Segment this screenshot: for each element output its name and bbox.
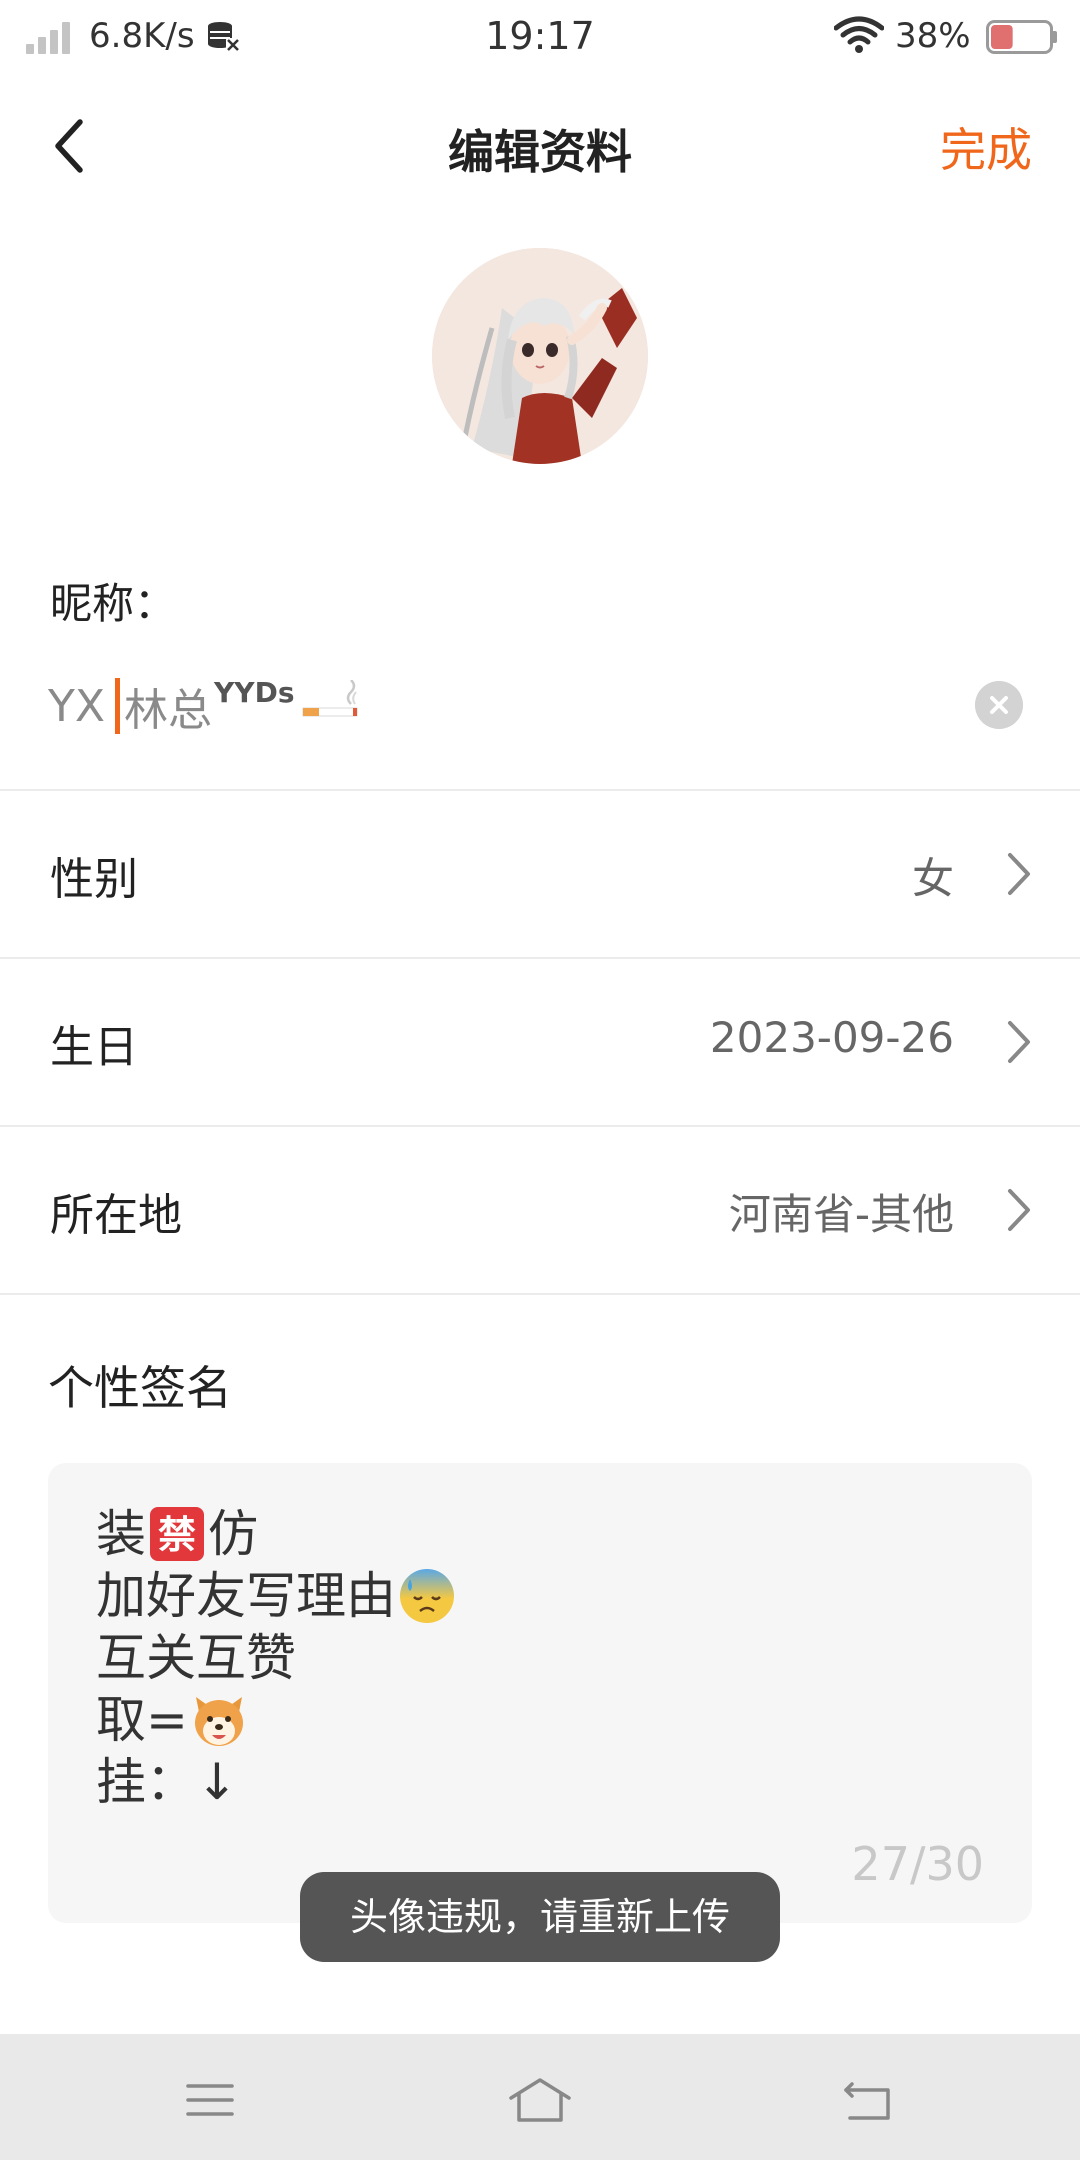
dog-face-emoji <box>190 1691 248 1749</box>
nickname-text: 林总 <box>124 685 213 736</box>
chevron-right-icon <box>1008 1189 1030 1231</box>
location-value: 河南省-其他 <box>728 1190 954 1239</box>
page-title: 编辑资料 <box>448 125 632 179</box>
status-bar: 6.8K/s 19:17 38% <box>0 0 1080 76</box>
gender-label: 性别 <box>50 854 138 905</box>
home-icon[interactable] <box>505 2072 575 2128</box>
back-icon[interactable] <box>838 2072 898 2128</box>
nickname-superscript: YYDs <box>214 675 295 709</box>
navigation-bar <box>0 2034 1080 2160</box>
battery-icon <box>986 20 1057 54</box>
location-label: 所在地 <box>50 1190 182 1241</box>
nickname-prefix: YX <box>48 680 106 732</box>
done-button[interactable]: 完成 <box>940 114 1032 180</box>
signature-textarea[interactable]: 装 禁 仿 加好友写理由 互关互赞 取= 挂：↓ 27/30 <box>48 1463 1032 1923</box>
nickname-input[interactable]: YX 林总 YYDs <box>48 676 948 736</box>
avatar-image <box>432 248 648 464</box>
signature-line: 加好友写理由 <box>96 1565 458 1627</box>
battery-percent: 38% <box>895 16 971 56</box>
chevron-right-icon <box>1008 853 1030 895</box>
prohibited-emoji: 禁 <box>148 1505 206 1563</box>
avatar[interactable] <box>432 248 648 464</box>
header: 编辑资料 完成 <box>0 76 1080 212</box>
nickname-label: 昵称： <box>50 579 177 628</box>
signature-line: 装 禁 仿 <box>96 1505 258 1563</box>
cigarette-emoji <box>302 680 357 717</box>
char-counter: 27/30 <box>851 1837 984 1891</box>
prohibited-emoji-text: 禁 <box>158 1513 196 1557</box>
gender-row[interactable]: 性别 女 <box>0 791 1080 957</box>
chevron-right-icon <box>1008 1021 1030 1063</box>
anxious-sweat-face-emoji <box>398 1567 456 1625</box>
divider <box>0 1293 1080 1295</box>
birthday-row[interactable]: 生日 2023-09-26 <box>0 959 1080 1125</box>
text-cursor <box>115 678 121 734</box>
signature-line: 挂：↓ <box>96 1753 238 1811</box>
clear-icon[interactable] <box>975 681 1023 729</box>
birthday-value: 2023-09-26 <box>709 1013 954 1062</box>
menu-icon[interactable] <box>180 2072 240 2128</box>
signature-line: 取= <box>96 1689 458 1751</box>
signature-line: 互关互赞 <box>96 1629 296 1687</box>
location-row[interactable]: 所在地 河南省-其他 <box>0 1127 1080 1293</box>
birthday-label: 生日 <box>50 1022 138 1073</box>
toast-message: 头像违规，请重新上传 <box>300 1872 780 1962</box>
signature-title: 个性签名 <box>48 1361 232 1415</box>
gender-value: 女 <box>911 854 954 903</box>
signature-text: 装 禁 仿 加好友写理由 互关互赞 取= 挂：↓ <box>96 1503 458 1813</box>
wifi-icon <box>834 16 884 53</box>
